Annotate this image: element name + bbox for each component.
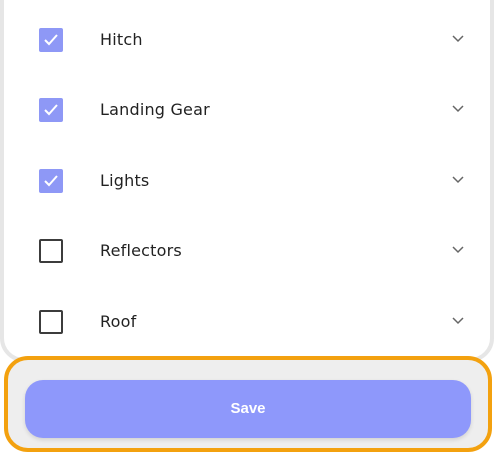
list-item-label: Roof — [100, 312, 137, 331]
list-item-label: Hitch — [100, 30, 143, 49]
chevron-down-icon[interactable] — [451, 34, 465, 44]
chevron-down-icon[interactable] — [451, 104, 465, 114]
save-button[interactable]: Save — [25, 380, 471, 438]
list-item-reflectors[interactable]: Reflectors — [0, 231, 494, 271]
chevron-down-icon[interactable] — [451, 245, 465, 255]
list-item-roof[interactable]: Roof — [0, 302, 494, 342]
checkbox-reflectors[interactable] — [39, 239, 63, 263]
list-item-landing-gear[interactable]: Landing Gear — [0, 90, 494, 130]
list-item-label: Reflectors — [100, 241, 182, 260]
list-item-lights[interactable]: Lights — [0, 161, 494, 201]
checkbox-landing-gear[interactable] — [39, 98, 63, 122]
list-item-label: Lights — [100, 171, 150, 190]
checkmark-icon — [44, 34, 58, 46]
list-item-hitch[interactable]: Hitch — [0, 20, 494, 60]
chevron-down-icon[interactable] — [451, 316, 465, 326]
checkbox-roof[interactable] — [39, 310, 63, 334]
checkmark-icon — [44, 104, 58, 116]
checklist: Hitch Landing Gear Lights Reflectors Roo… — [0, 0, 494, 358]
checkbox-lights[interactable] — [39, 169, 63, 193]
chevron-down-icon[interactable] — [451, 175, 465, 185]
save-bar: Save — [4, 356, 492, 452]
checkbox-hitch[interactable] — [39, 28, 63, 52]
list-item-label: Landing Gear — [100, 100, 210, 119]
checkmark-icon — [44, 175, 58, 187]
